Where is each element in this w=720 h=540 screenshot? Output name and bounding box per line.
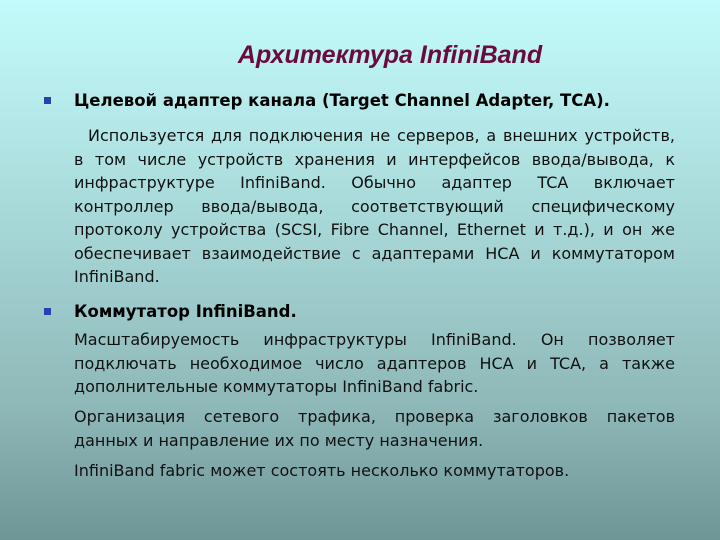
bullet-item-tca: Целевой адаптер канала (Target Channel A… [44, 91, 610, 110]
section-heading-switch: Коммутатор InfiniBand. [74, 302, 297, 321]
square-bullet-icon [44, 308, 51, 315]
bullet-item-switch: Коммутатор InfiniBand. [44, 302, 297, 321]
paragraph-switch-traffic: Организация сетевого трафика, проверка з… [74, 407, 675, 450]
square-bullet-icon [44, 97, 51, 104]
paragraph-switch-fabric: InfiniBand fabric может состоять несколь… [74, 461, 570, 480]
slide-title: Архитектура InfiniBand [237, 41, 543, 69]
section-heading-tca: Целевой адаптер канала (Target Channel A… [74, 91, 610, 110]
paragraph-switch-scalability: Масштабируемость инфраструктуры InfiniBa… [74, 330, 675, 396]
paragraph-tca-description: Используется для подключения не серверов… [74, 126, 675, 286]
slide: Архитектура InfiniBand Целевой адаптер к… [0, 0, 720, 540]
